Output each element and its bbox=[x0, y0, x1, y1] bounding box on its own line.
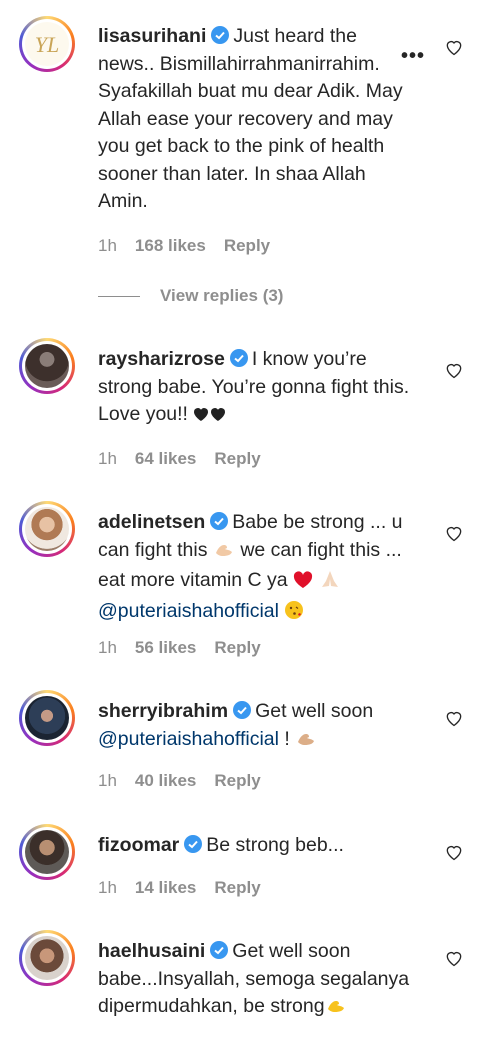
comment-body: lisasurihani Just heard the news.. Bismil… bbox=[98, 23, 414, 216]
heart-icon[interactable] bbox=[444, 523, 464, 543]
timestamp: 1h bbox=[98, 771, 117, 790]
comment-meta: 1h 14 likes Reply bbox=[98, 878, 279, 898]
face-blowing-kiss-emoji-icon bbox=[284, 600, 304, 629]
view-replies-label: View replies (3) bbox=[160, 286, 284, 305]
comment-meta: 1h 40 likes Reply bbox=[98, 771, 279, 791]
comment-meta: 1h 56 likes Reply bbox=[98, 638, 279, 658]
username[interactable]: adelinetsen bbox=[98, 511, 205, 533]
mention-link[interactable]: @puteriaishahofficial bbox=[98, 728, 279, 750]
verified-badge-icon bbox=[210, 941, 229, 959]
username[interactable]: lisasurihani bbox=[98, 25, 206, 47]
comment-body: fizoomar Be strong beb... bbox=[98, 832, 414, 860]
avatar[interactable] bbox=[19, 338, 75, 394]
verified-badge-icon bbox=[233, 701, 252, 719]
username[interactable]: sherryibrahim bbox=[98, 700, 228, 722]
comment-suffix: ! bbox=[284, 727, 290, 750]
reply-button[interactable]: Reply bbox=[224, 236, 270, 255]
comment-sherryibrahim: sherryibrahim Get well soon @puteriaishah… bbox=[0, 690, 500, 800]
comment-text: Be strong beb... bbox=[206, 834, 344, 856]
verified-badge-icon bbox=[229, 349, 248, 367]
svg-text:YL: YL bbox=[35, 32, 59, 57]
comment-haelhusaini: haelhusaini Get well soon babe...Insyalla… bbox=[0, 930, 500, 1051]
likes-count[interactable]: 14 likes bbox=[135, 878, 196, 897]
reply-button[interactable]: Reply bbox=[214, 771, 260, 790]
timestamp: 1h bbox=[98, 236, 117, 255]
avatar[interactable] bbox=[19, 930, 75, 986]
comment-meta: 1h 168 likes Reply bbox=[98, 236, 288, 256]
comment-body: sherryibrahim Get well soon @puteriaishah… bbox=[98, 698, 414, 756]
mention-link[interactable]: @puteriaishahofficial bbox=[98, 600, 279, 622]
reply-button[interactable]: Reply bbox=[214, 878, 260, 897]
comment-adelinetsen: adelinetsen Babe be strong ... u can figh… bbox=[0, 501, 500, 671]
comment-text: Just heard the news.. Bismillahirrahmani… bbox=[98, 25, 403, 212]
divider-line bbox=[98, 296, 140, 298]
username[interactable]: fizoomar bbox=[98, 834, 179, 856]
username[interactable]: raysharizrose bbox=[98, 348, 225, 370]
likes-count[interactable]: 168 likes bbox=[135, 236, 206, 255]
flexed-biceps-emoji-icon bbox=[213, 539, 235, 568]
comment-fizoomar: fizoomar Be strong beb... 1h 14 likes Reply bbox=[0, 824, 500, 914]
heart-icon[interactable] bbox=[444, 948, 464, 968]
folded-hands-emoji-icon bbox=[319, 569, 341, 598]
likes-count[interactable]: 64 likes bbox=[135, 449, 196, 468]
username[interactable]: haelhusaini bbox=[98, 940, 205, 962]
view-replies-button[interactable]: View replies (3) bbox=[98, 286, 283, 306]
red-heart-emoji-icon bbox=[293, 570, 313, 598]
lisasurihani-logo: YL bbox=[35, 32, 59, 57]
comment-lisasurihani: YL lisasurihani Just heard the news.. Bis… bbox=[0, 0, 500, 320]
avatar[interactable] bbox=[19, 501, 75, 557]
more-options-icon[interactable]: ••• bbox=[401, 45, 425, 68]
comment-raysharizrose: raysharizrose I know you’re strong babe. … bbox=[0, 338, 500, 488]
verified-badge-icon bbox=[184, 835, 203, 853]
reply-button[interactable]: Reply bbox=[214, 638, 260, 657]
timestamp: 1h bbox=[98, 878, 117, 897]
comment-meta: 1h 64 likes Reply bbox=[98, 449, 279, 469]
avatar[interactable] bbox=[19, 824, 75, 880]
comment-body: haelhusaini Get well soon babe...Insyalla… bbox=[98, 938, 414, 1024]
flexed-biceps-emoji-icon bbox=[295, 728, 317, 757]
heart-icon[interactable] bbox=[444, 37, 464, 57]
heart-icon[interactable] bbox=[444, 708, 464, 728]
reply-button[interactable]: Reply bbox=[214, 449, 260, 468]
flexed-biceps-emoji-icon bbox=[325, 995, 347, 1024]
comment-body: adelinetsen Babe be strong ... u can figh… bbox=[98, 509, 414, 628]
black-heart-emoji-icon bbox=[193, 404, 227, 432]
verified-badge-icon bbox=[210, 512, 229, 530]
heart-icon[interactable] bbox=[444, 360, 464, 380]
likes-count[interactable]: 40 likes bbox=[135, 771, 196, 790]
avatar[interactable]: YL bbox=[19, 16, 75, 72]
comment-body: raysharizrose I know you’re strong babe. … bbox=[98, 346, 414, 432]
likes-count[interactable]: 56 likes bbox=[135, 638, 196, 657]
timestamp: 1h bbox=[98, 449, 117, 468]
heart-icon[interactable] bbox=[444, 842, 464, 862]
timestamp: 1h bbox=[98, 638, 117, 657]
verified-badge-icon bbox=[211, 26, 230, 44]
comment-text: Get well soon bbox=[255, 700, 374, 722]
avatar[interactable] bbox=[19, 690, 75, 746]
